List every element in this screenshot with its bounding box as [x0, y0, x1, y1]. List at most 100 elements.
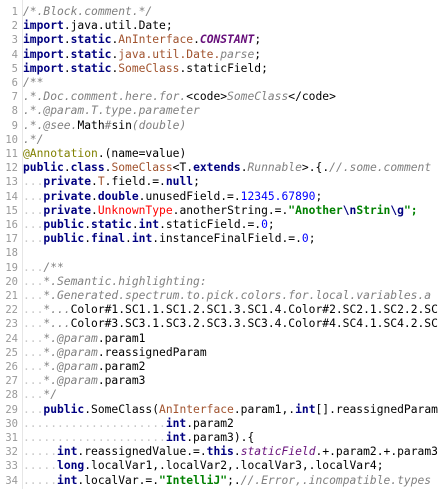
- code-token: (double): [131, 118, 187, 132]
- line-number: 12: [5, 162, 18, 175]
- code-line[interactable]: 12 public.class.SomeClass<T.extends.Runna…: [0, 161, 444, 175]
- code-token: .: [131, 218, 139, 231]
- code-line[interactable]: 30 .....................int.param2: [0, 417, 444, 431]
- code-token: Strin: [356, 203, 391, 217]
- code-token: java.util.Date.: [118, 47, 221, 61]
- code-line[interactable]: 22 ...*...Color#1.SC1.1.SC1.2.SC1.3.SC1.4…: [0, 303, 444, 317]
- code-line[interactable]: 33 .....long.localVar1,.localVar2,.localV…: [0, 459, 444, 473]
- code-token: .: [91, 203, 98, 217]
- code-token: public: [43, 402, 85, 416]
- code-token: null: [165, 175, 194, 189]
- code-text: ...*.@param.param3: [23, 374, 145, 387]
- code-text: .*/: [23, 133, 43, 146]
- line-number: 6: [11, 77, 18, 89]
- code-token: \n: [342, 203, 357, 217]
- code-token: UnknownType: [97, 203, 173, 217]
- code-line[interactable]: 18: [0, 246, 444, 260]
- code-line[interactable]: 3 import.static.AnInterface.CONSTANT;: [0, 33, 444, 47]
- code-line[interactable]: 9 .*.@see.Math#sin(double): [0, 119, 444, 133]
- line-number: 2: [11, 20, 18, 33]
- code-text: .....long.localVar1,.localVar2,.localVar…: [23, 459, 384, 472]
- line-number: 1: [11, 6, 18, 18]
- code-token: final: [91, 232, 126, 246]
- code-line[interactable]: 27 ...*.@param.param3: [0, 374, 444, 388]
- code-token: 0: [261, 218, 268, 231]
- code-line[interactable]: 23 ...*...Color#3.SC3.1.SC3.2.SC3.3.SC3.4…: [0, 317, 444, 331]
- code-text: ...*/: [23, 388, 57, 401]
- code-line[interactable]: 13 ...private.T.field.=.null;: [0, 175, 444, 189]
- code-token: ...: [23, 189, 44, 203]
- code-token: extends: [193, 161, 241, 175]
- code-token: CONSTANT: [199, 33, 255, 47]
- code-token: T: [97, 175, 105, 189]
- code-line[interactable]: 11 @Annotation.(name=value): [0, 147, 444, 161]
- code-line[interactable]: 14 ...private.double.unusedField.=.12345.…: [0, 190, 444, 204]
- code-token: @param: [43, 104, 85, 118]
- code-token: *.Generated.spectrum.to.pick.colors.for.…: [43, 289, 432, 302]
- code-line[interactable]: 19 .../**: [0, 261, 444, 275]
- line-number: 9: [11, 119, 18, 132]
- code-line[interactable]: 8 .*.@param.T.type.parameter: [0, 104, 444, 118]
- code-text: import.static.AnInterface.CONSTANT;: [23, 33, 261, 46]
- code-line[interactable]: 21 ...*.Generated.spectrum.to.pick.colors…: [0, 289, 444, 303]
- code-line[interactable]: 26 ...*.@param.param2: [0, 360, 444, 374]
- code-line[interactable]: 17 ...public.final.int.instanceFinalField…: [0, 232, 444, 246]
- code-token: .: [91, 175, 98, 189]
- code-token: ;: [315, 189, 323, 203]
- line-number: 26: [5, 361, 18, 373]
- code-line[interactable]: 6 /**: [0, 76, 444, 90]
- code-token: .*.: [23, 118, 44, 132]
- code-token: //.Error,.incompatible.types: [240, 473, 432, 487]
- code-token: "IntelliJ": [159, 473, 228, 487]
- code-line[interactable]: 7 .*.Doc.comment.here.for.<code>SomeClass…: [0, 90, 444, 104]
- code-editor[interactable]: 1/*.Block.comment.*/2 import.java.util.Da…: [0, 0, 444, 489]
- code-line[interactable]: 24 ...*.@param.param1: [0, 332, 444, 346]
- code-token: .reassignedValue.=.: [77, 445, 207, 459]
- code-line[interactable]: 5 import.static.SomeClass.staticField;: [0, 62, 444, 76]
- code-token: ...: [23, 402, 44, 416]
- code-line[interactable]: 31 .....................int.param3).{: [0, 431, 444, 445]
- code-line[interactable]: 32 .....int.reassignedValue.=.this.static…: [0, 445, 444, 459]
- code-text: ...*.Semantic.highlighting:: [23, 275, 207, 288]
- code-line[interactable]: 2 import.java.util.Date;: [0, 19, 444, 33]
- code-token: ...: [23, 303, 44, 317]
- line-number: 31: [5, 432, 18, 444]
- line-number: 5: [11, 62, 18, 75]
- code-token: Runnable: [247, 161, 302, 175]
- line-number: 14: [5, 190, 18, 203]
- code-line[interactable]: 28 ...*/: [0, 388, 444, 402]
- code-line[interactable]: 29 ...public.SomeClass(AnInterface.param1…: [0, 403, 444, 417]
- code-token: *.: [43, 360, 58, 373]
- code-line[interactable]: 25 ...*.@param.reassignedParam: [0, 346, 444, 360]
- code-line[interactable]: 16 ...public.static.int.staticField.=.0;: [0, 218, 444, 232]
- code-token: *.: [43, 345, 58, 359]
- code-token: .: [91, 189, 98, 203]
- code-token: .....: [23, 473, 58, 487]
- code-token: static: [70, 47, 112, 61]
- code-token: .instanceFinalField.=.: [152, 232, 302, 246]
- code-token: ...: [23, 317, 44, 331]
- code-line[interactable]: 20 ...*.Semantic.highlighting:: [0, 275, 444, 289]
- code-line[interactable]: 34 .....int.localVar.=."IntelliJ";.//.Err…: [0, 474, 444, 488]
- code-line[interactable]: 1 /*.Block.comment.*/: [0, 5, 444, 19]
- code-token: Color#1.SC1.1.SC1.2.SC1.3.SC1.4.Color#2.…: [70, 303, 438, 317]
- code-line[interactable]: 4 import.static.java.util.Date.parse;: [0, 48, 444, 62]
- code-text: ...private.T.field.=.null;: [23, 175, 200, 188]
- code-line[interactable]: 10 .*/: [0, 133, 444, 147]
- code-line[interactable]: 15 ...private.UnknownType.anotherString.=…: [0, 204, 444, 218]
- code-token: .....................: [23, 431, 166, 444]
- code-text: ...private.UnknownType.anotherString.=."…: [23, 204, 418, 217]
- code-token: .: [63, 33, 71, 47]
- code-token: >.{.: [301, 161, 330, 175]
- code-token: long: [57, 459, 85, 473]
- code-token: ;: [254, 47, 262, 61]
- line-number: 30: [5, 417, 18, 430]
- code-token: .....: [23, 445, 58, 459]
- code-text: ...private.double.unusedField.=.12345.67…: [23, 190, 322, 203]
- code-token: .java.util.Date;: [63, 19, 173, 33]
- code-token: import: [23, 19, 64, 33]
- line-number: 11: [5, 148, 18, 160]
- code-text: ...*...Color#3.SC3.1.SC3.2.SC3.3.SC3.4.C…: [23, 317, 438, 330]
- code-token: ...: [23, 260, 44, 274]
- line-number: 27: [5, 375, 18, 388]
